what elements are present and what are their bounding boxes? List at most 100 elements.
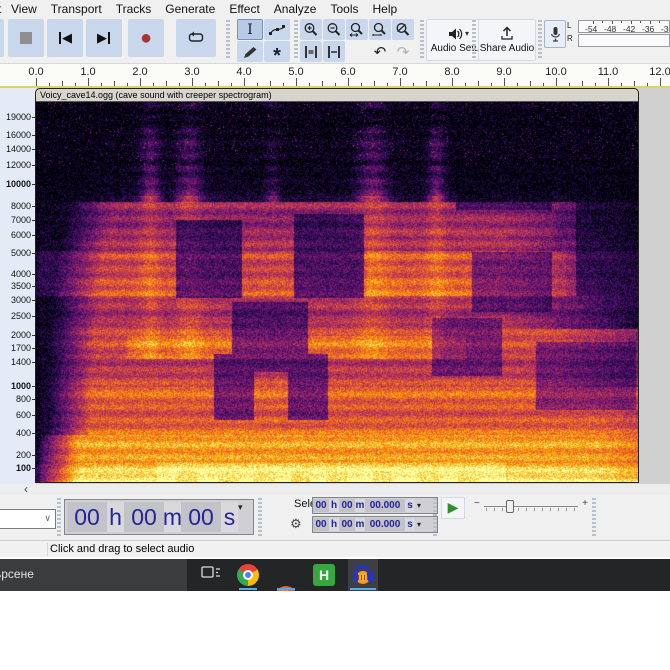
selection-time-segment[interactable]: m [355, 499, 365, 512]
skip-to-end-button[interactable]: ▶ [86, 19, 122, 57]
envelope-tool-button[interactable] [264, 19, 290, 40]
menu-item-view[interactable]: View [4, 2, 44, 16]
timeline-tick [504, 78, 505, 86]
selection-time-segment[interactable]: m [355, 518, 365, 531]
meter-tick [593, 21, 594, 24]
redo-button[interactable]: ↷ [392, 41, 414, 62]
audacity-taskbar-button[interactable] [348, 559, 378, 591]
menu-item-generate[interactable]: Generate [158, 2, 222, 16]
track-area: 1900016000140001200010000800070006000500… [0, 88, 670, 484]
timeline-tick [36, 78, 37, 86]
selection-time-segment[interactable]: 00 [313, 499, 329, 512]
timeline-label: 3.0 [177, 66, 207, 78]
gear-icon[interactable]: ⚙ [290, 516, 302, 532]
selection-time-segment[interactable]: h [329, 499, 339, 512]
menu-item-analyze[interactable]: Analyze [267, 2, 324, 16]
play-at-speed-button[interactable]: ▶ [441, 497, 465, 519]
menu-item-tools[interactable]: Tools [323, 2, 365, 16]
slider-tick [550, 508, 551, 511]
skip-to-start-button[interactable]: ◀ [47, 19, 83, 57]
h-app-icon[interactable]: H [313, 564, 335, 586]
selection-time-segment[interactable]: s [405, 499, 415, 512]
slider-tick [542, 508, 543, 511]
menu-item-effect[interactable]: Effect [222, 2, 266, 16]
selection-time-segment[interactable]: 00.000 [365, 518, 405, 531]
menu-item-tracks[interactable]: Tracks [109, 2, 159, 16]
time-segment[interactable]: 00 [181, 502, 221, 532]
slider-thumb[interactable] [506, 500, 514, 513]
selection-time-segment[interactable]: 00 [339, 499, 355, 512]
audio-clip[interactable]: Voicy_cave14.ogg (cave sound with creepe… [35, 88, 639, 483]
multi-tool-button[interactable]: * [264, 41, 290, 62]
task-view-button[interactable] [200, 564, 222, 586]
time-format-caret-icon[interactable]: ▾ [238, 502, 243, 513]
zoom-out-icon [326, 22, 342, 37]
timeline-tick [88, 78, 89, 86]
play-speed-slider[interactable]: − + [474, 498, 588, 514]
freq-label-6000: 6000 [0, 230, 31, 240]
freq-label-600: 600 [0, 410, 31, 420]
audacity-window: t ViewTransportTracksGenerateEffectAnaly… [0, 0, 670, 557]
meter-scale-label: -54 [585, 24, 597, 33]
selection-start-field[interactable]: 00h00m00.000s▾ [312, 497, 438, 514]
selection-time-segment[interactable]: 00 [313, 518, 329, 531]
field-caret-icon[interactable]: ▾ [417, 501, 421, 510]
fit-project-button[interactable] [369, 19, 391, 40]
speed-plus-label: + [582, 498, 588, 509]
selection-time-segment[interactable]: h [329, 518, 339, 531]
record-icon: ● [140, 33, 152, 43]
multi-tool-icon: * [273, 44, 281, 60]
horizontal-scrollbar[interactable]: ‹ [0, 484, 670, 495]
chrome-icon[interactable] [237, 564, 259, 586]
recording-meter-left[interactable]: -54-48-42-36-30 [578, 20, 670, 33]
selection-time-segment[interactable]: 00.000 [365, 499, 405, 512]
record-meter-mic-button[interactable] [544, 20, 566, 48]
timeline-ruler[interactable]: 0.01.02.03.04.05.06.07.08.09.010.011.012… [0, 63, 670, 86]
play-button[interactable] [0, 19, 4, 57]
draw-tool-button[interactable] [237, 41, 263, 62]
time-segment[interactable]: h [107, 502, 124, 532]
timeline-label: 5.0 [281, 66, 311, 78]
field-caret-icon[interactable]: ▾ [417, 520, 421, 529]
stop-button[interactable] [8, 19, 44, 57]
fit-selection-button[interactable] [346, 19, 368, 40]
audio-position-time[interactable]: 00h00m00s ▾ [64, 499, 254, 535]
scroll-left-arrow-icon[interactable]: ‹ [24, 482, 28, 496]
taskbar-search-box[interactable]: ьрсене [0, 559, 187, 591]
time-segment[interactable]: s [221, 502, 238, 532]
active-underline [277, 588, 295, 590]
timeline-label: 9.0 [489, 66, 519, 78]
time-segment[interactable]: 00 [124, 502, 164, 532]
record-button[interactable]: ● [128, 19, 164, 57]
selection-tool-button[interactable]: I [237, 19, 263, 40]
silence-audio-button[interactable] [323, 41, 345, 62]
selection-time-segment[interactable]: s [405, 518, 415, 531]
slider-tick [558, 508, 559, 511]
menu-item-transport[interactable]: Transport [44, 2, 109, 16]
freq-label-14000: 14000 [0, 144, 31, 154]
selection-time-segment[interactable]: 00 [339, 518, 355, 531]
trim-audio-button[interactable] [300, 41, 322, 62]
zoom-in-button[interactable] [300, 19, 322, 40]
selection-end-field[interactable]: 00h00m00.000s▾ [312, 516, 438, 533]
speaker-icon: ▾ [447, 27, 469, 41]
frequency-ruler[interactable]: 1900016000140001200010000800070006000500… [0, 88, 36, 484]
spectrogram-canvas[interactable] [36, 102, 638, 483]
zoom-toggle-button[interactable] [392, 19, 414, 40]
redo-icon: ↷ [397, 43, 410, 61]
meter-tick [602, 21, 603, 23]
meter-tick [631, 21, 632, 24]
recording-meter-right[interactable] [578, 34, 670, 47]
zoom-out-button[interactable] [323, 19, 345, 40]
skip-end-icon: ▶ [97, 30, 111, 46]
loop-button[interactable] [176, 19, 216, 57]
envelope-tool-icon [268, 23, 286, 37]
time-segment[interactable]: m [164, 502, 181, 532]
meter-tick [650, 21, 651, 24]
clip-title[interactable]: Voicy_cave14.ogg (cave sound with creepe… [36, 89, 638, 102]
time-segment[interactable]: 00 [67, 502, 107, 532]
menu-item-help[interactable]: Help [366, 2, 405, 16]
snapping-combobox[interactable]: ∨ [0, 509, 56, 529]
share-audio-button[interactable]: Share Audio [478, 19, 536, 61]
undo-button[interactable]: ↶ [369, 41, 391, 62]
